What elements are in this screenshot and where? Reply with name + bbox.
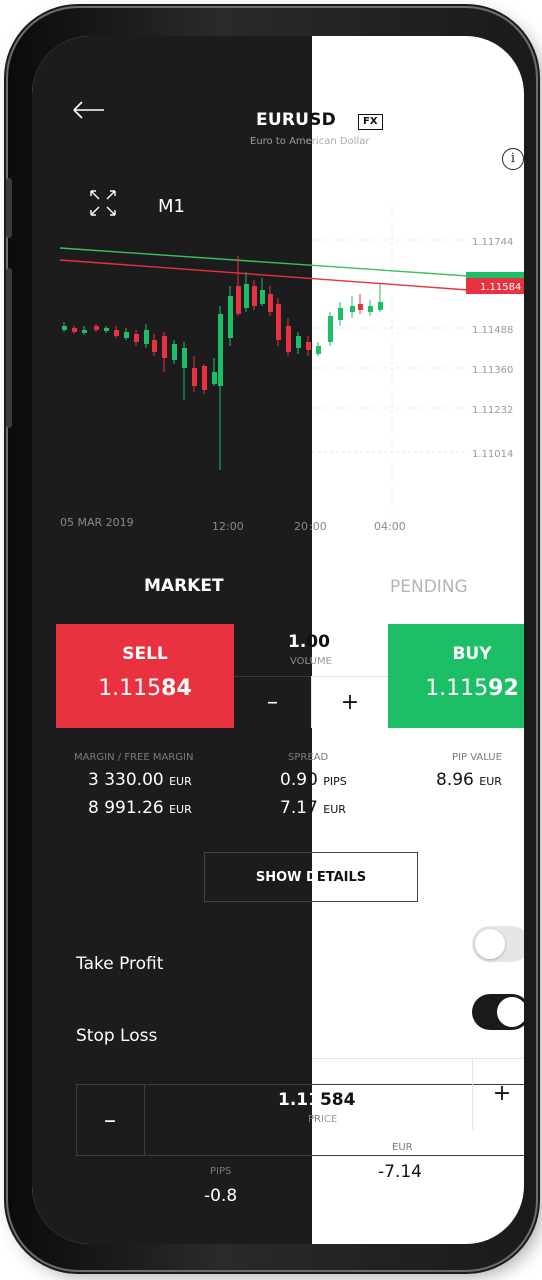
ask-line [59,247,469,277]
candle-body [368,306,373,312]
price-chart[interactable]: 1.11744 1.11584 1.11488 1.11360 1.11232 … [32,196,524,576]
spread-value: 0.90 PIPS [280,770,347,790]
candle-body [152,340,157,352]
candle-body [72,328,77,332]
show-details-button[interactable]: SHOW DETAILS [204,852,418,902]
bid-line [59,259,469,291]
stop-loss-price-value[interactable]: 1.11584 [278,1090,355,1110]
ask-price-tag [466,272,524,278]
stop-loss-label: Stop Loss [76,1026,158,1046]
buy-label: BUY [452,644,492,664]
price-level: 1.11488 [472,325,513,336]
time-label: :00 [309,520,327,533]
candle-body [378,302,383,310]
margin-value: 3 330.00 EUR [88,770,192,790]
volume-value[interactable]: 1.00 [288,632,330,652]
candle-body [94,326,99,330]
take-profit-label: Take Profit [76,954,164,974]
back-arrow-icon[interactable] [72,100,106,120]
candle-body [202,366,207,390]
pip-value: 8.96 EUR [436,770,502,790]
candle-body [296,336,301,348]
candle-body [114,330,119,336]
candle-body [218,314,223,386]
divider [144,1084,145,1156]
sell-label: SELL [122,644,168,664]
price-level: 1.11360 [472,365,513,376]
candle-body [134,334,139,342]
buy-price: 1.11592 [425,676,519,701]
stop-loss-toggle[interactable] [472,994,524,1030]
tab-market[interactable]: MARKET [144,576,224,596]
candle-body [162,336,167,358]
pips-value: -0.8 [204,1186,238,1206]
eur-label: EUR [392,1142,413,1153]
candle-body [182,348,187,368]
volume-label: VOLUME [290,656,332,667]
candle-body [212,372,217,384]
volume-plus-button[interactable]: + [311,676,388,728]
take-profit-toggle[interactable] [472,926,524,962]
phone-frame: EURUSD FX Euro to American Dollar i M1 1… [6,8,536,1270]
candle-body [236,286,241,314]
candle-body [268,294,273,312]
candle-body [276,304,281,340]
eur-value: -7.14 [378,1162,422,1182]
sell-price: 1.11584 [98,676,192,701]
candle-body [350,306,355,312]
toggle-knob [497,997,524,1027]
price-minus-button[interactable]: – [76,1084,144,1156]
screen: EURUSD FX Euro to American Dollar i M1 1… [32,36,524,1244]
spread-eur-value: 7.17 EUR [280,798,346,818]
price-plus-button[interactable]: + [472,1058,524,1130]
current-price: 1.11584 [480,282,521,293]
time-label-date: 05 MAR 2019 [60,516,134,529]
pip-value-label: PIP VALUE [452,752,502,763]
tab-pending[interactable]: PENDING [390,577,468,597]
info-icon[interactable]: i [502,148,524,170]
candle-body [228,296,233,338]
price-level: 1.11232 [472,405,513,416]
side-button [6,268,12,428]
candle-body [306,342,311,350]
free-margin-value: 8 991.26 EUR [88,798,192,818]
volume-minus-button[interactable]: – [234,676,311,729]
stop-loss-price-label: PRICE [308,1114,338,1125]
symbol-title: EURUSD [256,110,336,130]
time-label: 20 [294,520,308,533]
candle-body [62,326,67,330]
symbol-subtitle: Euro to American Dollar [250,136,370,147]
pips-label: PIPS [210,1166,232,1177]
candle-body [82,330,87,333]
candle-body [338,308,343,320]
candle-body [104,328,109,331]
buy-button[interactable]: BUY 1.11592 [388,624,524,728]
candle-body [328,316,333,342]
spread-label: SPREAD [288,752,329,763]
time-label: 12:00 [212,520,244,533]
price-level: 1.11014 [472,449,513,460]
candle-body [124,332,129,338]
candle-body [244,284,249,308]
candle-body [252,286,257,306]
candle-body [172,344,177,360]
toggle-knob [475,929,505,959]
fx-badge: FX [358,114,383,130]
sell-button[interactable]: SELL 1.11584 [56,624,234,728]
margin-label: MARGIN / FREE MARGIN [74,752,194,763]
side-button [6,178,12,238]
candle-body [286,326,291,352]
price-level: 1.11744 [472,237,513,248]
candle-body [260,290,265,304]
candle-body [358,304,363,310]
time-label: 04:00 [374,520,406,533]
candle-body [144,330,149,344]
candle-body [192,368,197,386]
candle-body [316,346,321,354]
